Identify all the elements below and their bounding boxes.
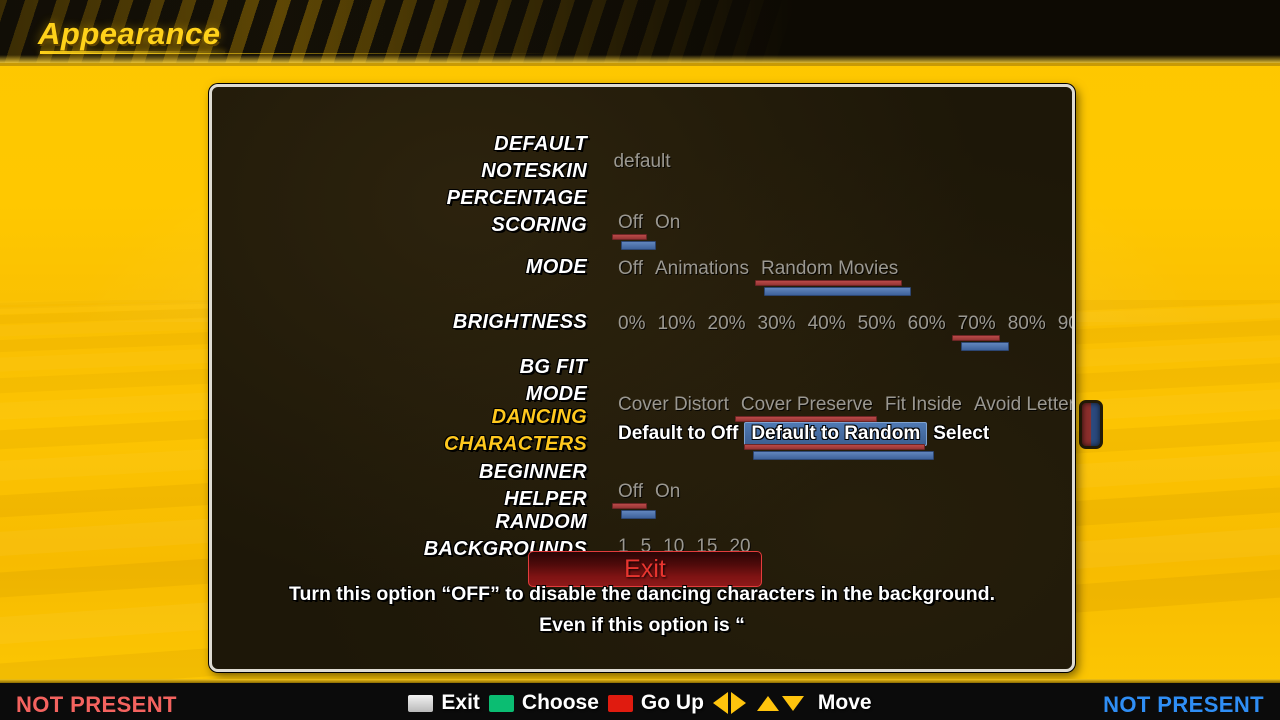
player-cursor — [612, 503, 661, 519]
option-choice[interactable]: 10% — [651, 313, 701, 335]
option-row-label: PERCENTAGE SCORING — [212, 185, 587, 239]
arrow-up-icon — [756, 695, 779, 711]
scrollbar-thumb[interactable] — [1079, 400, 1103, 449]
help-line-1: Turn this option “OFF” to disable the da… — [288, 583, 996, 605]
legend-item-label: Exit — [441, 691, 480, 714]
option-choices: default — [212, 151, 1072, 173]
option-choice[interactable]: On — [649, 481, 686, 503]
option-choice[interactable]: 60% — [902, 313, 952, 335]
option-choice[interactable]: 80% — [1002, 313, 1052, 335]
option-choices: Default to Off Default to Random Select — [612, 422, 1062, 446]
option-choice[interactable]: 20% — [702, 313, 752, 335]
arrow-down-icon — [781, 695, 804, 711]
option-choice[interactable]: Off — [612, 258, 649, 280]
option-choice[interactable]: 70% — [952, 313, 1002, 335]
white-square-icon — [408, 694, 434, 712]
option-choice[interactable]: 0% — [612, 313, 651, 335]
option-choices: Cover Distort Cover Preserve Fit Inside Avo… — [612, 394, 1072, 416]
footer-top-glow — [0, 679, 1280, 683]
option-choice[interactable]: Random Movies — [755, 258, 904, 280]
player2-cursor-bar — [764, 287, 911, 296]
option-choice[interactable]: 50% — [852, 313, 902, 335]
option-choices: Off On — [612, 481, 1062, 503]
option-choice[interactable]: Default to Random — [744, 422, 928, 446]
option-choice[interactable]: 40% — [802, 313, 852, 335]
option-choice[interactable]: Off — [612, 212, 649, 234]
option-choice[interactable]: Fit Inside — [879, 394, 968, 416]
option-row-label-line: PERCENTAGE — [446, 187, 587, 209]
legend-item: Choose — [488, 691, 599, 715]
option-choice[interactable]: Off — [612, 481, 649, 503]
option-choices: Off Animations Random Movies — [612, 258, 1062, 280]
legend-item: Exit — [408, 691, 480, 715]
game-options-screen: Appearance DEFAULT NOTESKIN default PERCENT… — [0, 0, 1280, 720]
option-row-label: BEGINNER HELPER — [212, 459, 587, 513]
option-row-label-line: SCORING — [491, 214, 587, 236]
option-row-label: BG FIT MODE — [212, 354, 587, 408]
option-row-label: DANCING CHARACTERS — [212, 404, 587, 458]
option-choices: 0%10%20%30%40%50%60%70%80%90%100% — [612, 313, 1072, 335]
option-choice[interactable]: On — [649, 212, 686, 234]
arrow-right-icon — [730, 692, 746, 714]
option-choice[interactable]: default — [607, 151, 676, 173]
legend-item: Go Up — [607, 691, 704, 715]
player1-cursor-bar — [755, 280, 902, 286]
footer-bar: NOT PRESENT NOT PRESENT Exit Choose Go Up M… — [0, 679, 1280, 720]
player1-cursor-bar — [612, 503, 647, 509]
arrow-left-icon — [712, 692, 728, 714]
player-cursor — [744, 444, 939, 460]
option-row-label-line: BG FIT — [519, 356, 587, 378]
legend-move-item: Move — [712, 691, 872, 715]
help-line-2: Even if this option is “ — [539, 614, 745, 636]
option-row-label-line: BRIGHTNESS — [452, 311, 587, 333]
option-choice[interactable]: 30% — [752, 313, 802, 335]
option-row-label-line: DANCING — [491, 406, 587, 428]
green-square-icon — [488, 694, 514, 712]
option-choice[interactable]: Select — [927, 423, 995, 445]
option-choices: Off On — [612, 212, 1062, 234]
header-shine — [0, 55, 1280, 63]
player1-cursor-bar — [612, 234, 647, 240]
option-choice[interactable]: Animations — [649, 258, 755, 280]
option-row-label-line: RANDOM — [495, 511, 587, 533]
legend-item-label: Go Up — [640, 691, 704, 714]
arrow-group — [712, 692, 804, 714]
options-panel: DEFAULT NOTESKIN default PERCENTAGE SCORING O… — [209, 84, 1075, 672]
legend-item-label: Choose — [521, 691, 599, 714]
header-bar: Appearance — [0, 0, 1280, 66]
title-underline — [40, 51, 225, 54]
page-title: Appearance — [38, 16, 221, 51]
player2-cursor-bar — [961, 342, 1009, 351]
player2-cursor-bar — [621, 241, 656, 250]
red-square-icon — [607, 694, 633, 712]
help-text: Turn this option “OFF” to disable the da… — [220, 579, 1064, 641]
player-cursor — [952, 335, 1014, 351]
option-row-label: BRIGHTNESS — [212, 309, 587, 336]
option-choice[interactable]: Default to Off — [612, 423, 744, 445]
player-cursor — [612, 234, 661, 250]
option-row-label: MODE — [212, 254, 587, 281]
option-choice[interactable]: Avoid Letter — [968, 394, 1072, 416]
option-choice[interactable]: 90% — [1052, 313, 1072, 335]
option-row-label-line: CHARACTERS — [444, 433, 587, 455]
option-choice[interactable]: Cover Preserve — [735, 394, 879, 416]
player1-cursor-bar — [952, 335, 1000, 341]
option-choice[interactable]: Cover Distort — [612, 394, 735, 416]
player2-cursor-bar — [753, 451, 934, 460]
option-row-label-line: MODE — [525, 256, 587, 278]
legend-move-label: Move — [817, 691, 872, 714]
footer-legend: Exit Choose Go Up Move — [0, 691, 1280, 715]
player-cursor — [755, 280, 916, 296]
option-row-label-line: BEGINNER — [479, 461, 587, 483]
player2-cursor-bar — [621, 510, 656, 519]
